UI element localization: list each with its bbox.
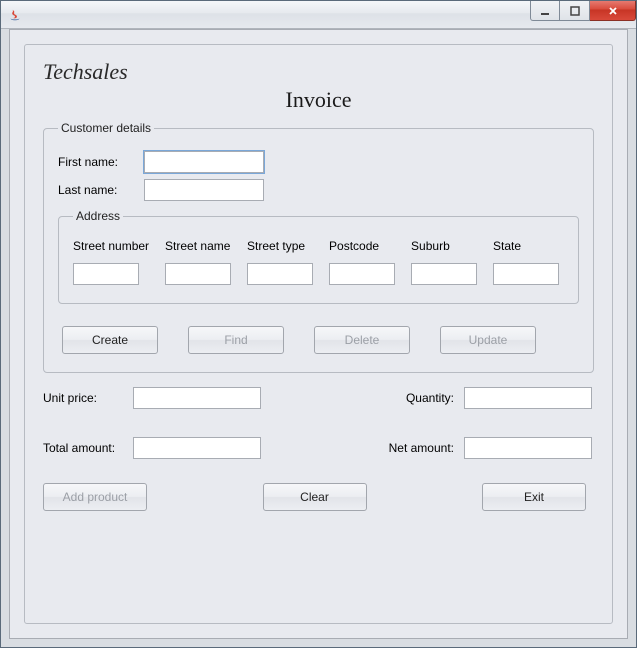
customer-details-fieldset: Customer details First name: Last name: … bbox=[43, 121, 594, 373]
street-number-label: Street number bbox=[73, 239, 149, 253]
close-button[interactable] bbox=[590, 1, 636, 21]
suburb-label: Suburb bbox=[411, 239, 450, 253]
total-amount-input[interactable] bbox=[133, 437, 261, 459]
window-controls bbox=[530, 1, 636, 21]
net-amount-label: Net amount: bbox=[374, 441, 464, 455]
suburb-input[interactable] bbox=[411, 263, 477, 285]
state-label: State bbox=[493, 239, 521, 253]
net-amount-input[interactable] bbox=[464, 437, 592, 459]
total-amount-label: Total amount: bbox=[43, 441, 133, 455]
titlebar[interactable] bbox=[1, 1, 636, 29]
clear-button[interactable]: Clear bbox=[263, 483, 367, 511]
window-frame: Techsales Invoice Customer details First… bbox=[0, 0, 637, 648]
postcode-input[interactable] bbox=[329, 263, 395, 285]
street-name-input[interactable] bbox=[165, 263, 231, 285]
unit-price-input[interactable] bbox=[133, 387, 261, 409]
last-name-label: Last name: bbox=[58, 183, 136, 197]
customer-details-legend: Customer details bbox=[58, 121, 154, 135]
first-name-label: First name: bbox=[58, 155, 136, 169]
quantity-label: Quantity: bbox=[374, 391, 464, 405]
main-panel: Techsales Invoice Customer details First… bbox=[24, 44, 613, 624]
address-fieldset: Address Street number Street name Street… bbox=[58, 209, 579, 304]
maximize-button[interactable] bbox=[560, 1, 590, 21]
find-button[interactable]: Find bbox=[188, 326, 284, 354]
street-type-label: Street type bbox=[247, 239, 305, 253]
postcode-label: Postcode bbox=[329, 239, 379, 253]
last-name-input[interactable] bbox=[144, 179, 264, 201]
brand-title: Techsales bbox=[43, 59, 594, 85]
update-button[interactable]: Update bbox=[440, 326, 536, 354]
delete-button[interactable]: Delete bbox=[314, 326, 410, 354]
client-area: Techsales Invoice Customer details First… bbox=[9, 29, 628, 639]
quantity-input[interactable] bbox=[464, 387, 592, 409]
state-input[interactable] bbox=[493, 263, 559, 285]
first-name-input[interactable] bbox=[144, 151, 264, 173]
java-icon bbox=[7, 7, 23, 23]
unit-price-label: Unit price: bbox=[43, 391, 133, 405]
bottom-button-row: Add product Clear Exit bbox=[43, 483, 594, 511]
add-product-button[interactable]: Add product bbox=[43, 483, 147, 511]
address-legend: Address bbox=[73, 209, 123, 223]
exit-button[interactable]: Exit bbox=[482, 483, 586, 511]
street-number-input[interactable] bbox=[73, 263, 139, 285]
amounts-grid: Unit price: Quantity: Total amount: Net … bbox=[43, 387, 594, 459]
create-button[interactable]: Create bbox=[62, 326, 158, 354]
street-name-label: Street name bbox=[165, 239, 230, 253]
minimize-button[interactable] bbox=[530, 1, 560, 21]
crud-button-row: Create Find Delete Update bbox=[62, 326, 579, 354]
street-type-input[interactable] bbox=[247, 263, 313, 285]
page-title: Invoice bbox=[43, 87, 594, 113]
